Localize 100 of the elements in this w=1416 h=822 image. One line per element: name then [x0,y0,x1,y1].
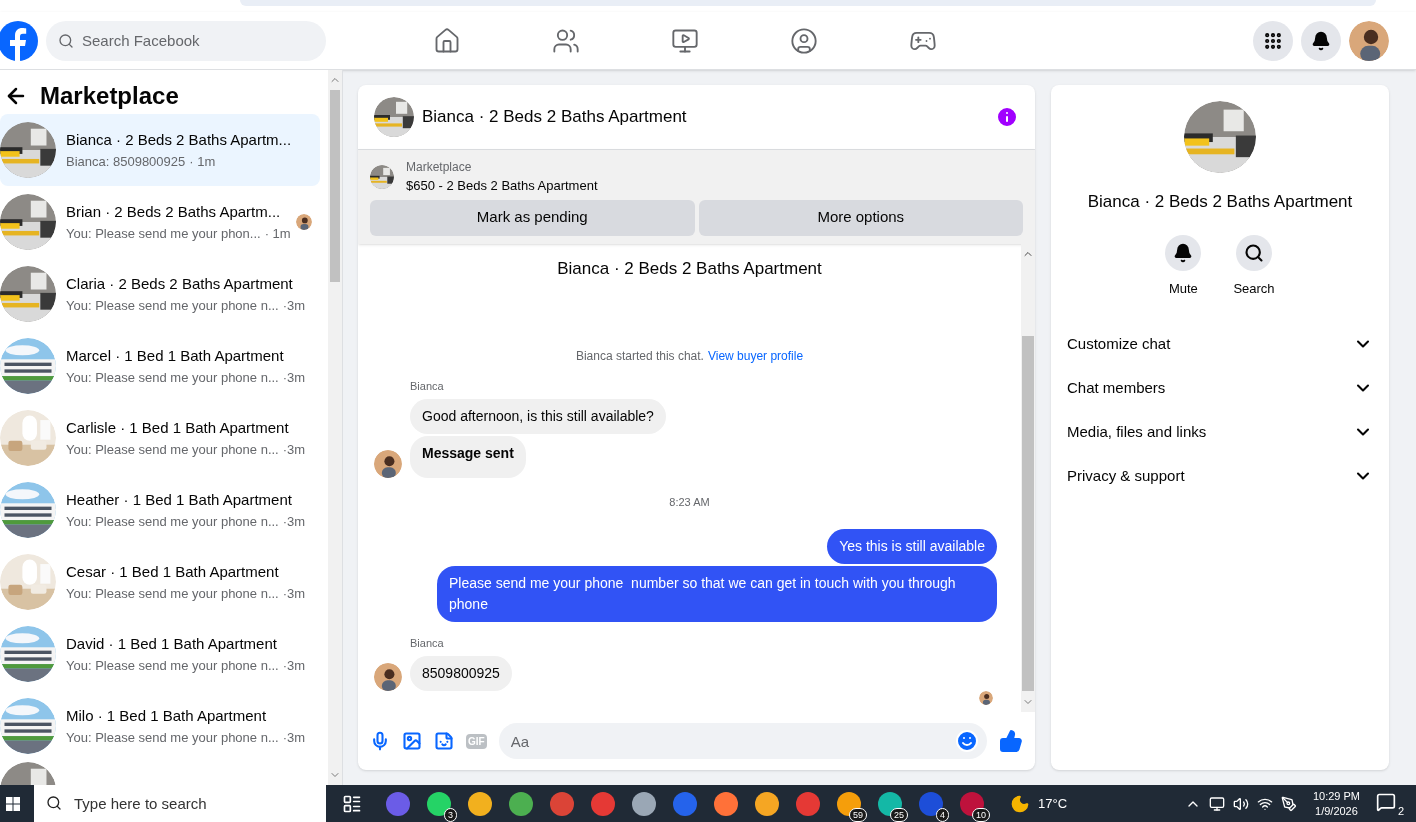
grid-icon [1263,30,1283,51]
time-ago: ·3m [282,584,306,603]
search-icon [1244,242,1264,263]
conversation-title: Cesar · 1 Bed 1 Bath Apartment [66,562,280,582]
details-section[interactable]: Media, files and links [1067,410,1373,454]
logo-icon[interactable] [0,20,38,61]
taskbar-search-field[interactable]: Type here to search [34,785,326,822]
message-preview: You: Please send me your phone n... [66,368,279,387]
scrollbar-thumb[interactable] [1022,335,1034,691]
sticker-icon[interactable] [434,731,454,751]
app-icon[interactable] [427,791,451,816]
message-preview: You: Please send me your phon... [66,224,261,243]
conversation-title: Bianca · 2 Beds 2 Baths Apartm... [66,130,293,150]
conversation-title: Heather · 1 Bed 1 Bath Apartment [66,490,293,510]
message-bubble: 8509800925 [410,655,512,691]
app-icon[interactable] [837,791,861,816]
time-ago: ·3m [282,512,306,531]
message-preview: You: Please send me your phone n... [66,728,279,747]
app-icon[interactable] [755,791,779,816]
time-ago: · 1m [264,224,291,243]
mute-button[interactable] [1165,234,1202,271]
conversation-item[interactable]: Claria · 2 Beds 2 Baths Apartment You: Please send me your phone n... ·3m [0,258,320,330]
time-ago: ·3m [282,440,306,459]
notifications-button[interactable] [1301,20,1341,61]
message-input[interactable]: Aa [498,723,987,759]
speaker-icon[interactable] [1232,795,1249,812]
photo-icon[interactable] [402,731,422,751]
app-icon[interactable] [509,791,533,816]
conversation-title: Marcel · 1 Bed 1 Bath Apartment [66,346,285,366]
conversation-item[interactable]: Milo · 1 Bed 1 Bath Apartment You: Please send me your phone n... ·3m [0,690,320,762]
app-icon[interactable] [632,791,656,816]
chat-intro-title: Bianca · 2 Beds 2 Baths Apartment [557,257,822,280]
listing-title: $650 - 2 Beds 2 Baths Apartment [406,177,598,195]
windows-logo-icon[interactable] [6,796,20,811]
conversation-item[interactable]: Cesar · 1 Bed 1 Bath Apartment You: Please send me your phone n... ·3m [0,546,320,618]
conversation-title: Milo · 1 Bed 1 Bath Apartment [66,706,268,726]
conversation-title: Claria · 2 Beds 2 Baths Apartment [66,274,294,294]
chat-title: Bianca · 2 Beds 2 Baths Apartment [422,106,687,129]
conversation-item[interactable]: Carlisle · 1 Bed 1 Bath Apartment You: Please send me your phone n... ·3m [0,402,320,474]
message-preview: You: Please send me your phone n... [66,584,279,603]
time-ago: ·3m [282,368,306,387]
message-preview: You: Please send me your phone n... [66,440,279,459]
conversation-item[interactable]: Marcel · 1 Bed 1 Bath Apartment You: Please send me your phone n... ·3m [0,330,320,402]
app-icon[interactable] [878,791,902,816]
app-icon[interactable] [714,791,738,816]
message-bubble: Yes this is still available [827,528,997,564]
listing-action-button[interactable]: Mark as pending [370,199,695,236]
microphone-icon[interactable] [370,731,390,751]
time-ago: ·3m [282,728,306,747]
scrollbar-thumb[interactable] [330,90,340,282]
conversation-title: Carlisle · 1 Bed 1 Bath Apartment [66,418,290,438]
message-bubble: Please send me your phone number so that we can get in touch with you through phone [437,565,997,622]
search-field[interactable]: Search Facebook [46,20,326,61]
conversation-title: David · 1 Bed 1 Bath Apartment [66,634,278,654]
app-icon[interactable] [960,791,984,816]
clock-time: 10:29 PM [1312,788,1360,804]
action-label: Search [1233,279,1275,298]
app-icon[interactable] [468,791,492,816]
buyer-profile-link[interactable]: View buyer profile [707,347,804,365]
conversation-item[interactable]: David · 1 Bed 1 Bath Apartment You: Please send me your phone n... ·3m [0,618,320,690]
action-label: Mute [1168,279,1198,298]
search-icon [46,795,62,811]
sender-name: Bianca [410,636,444,649]
listing-label: Marketplace [406,159,473,176]
conversation-name: Bianca · 2 Beds 2 Baths Apartment [1087,191,1353,213]
menu-button[interactable] [1253,20,1293,61]
time-ago: ·3m [282,656,306,675]
task-view-icon[interactable] [342,793,362,814]
info-icon[interactable] [995,105,1019,129]
message-preview: You: Please send me your phone n... [66,656,279,675]
group-icon[interactable] [790,26,818,55]
message-preview: Bianca: 8509800925 [66,152,186,171]
conversation-item[interactable]: Brian · 2 Beds 2 Baths Apartm... You: Please send me your phon... · 1m [0,186,320,258]
home-icon[interactable] [433,26,461,55]
conversation-title: Brian · 2 Beds 2 Baths Apartm... [66,202,282,222]
conversation-item[interactable]: Heather · 1 Bed 1 Bath Apartment You: Please send me your phone n... ·3m [0,474,320,546]
search-button[interactable] [1236,234,1272,271]
details-section[interactable]: Chat members [1067,366,1373,410]
moon-icon [1010,793,1030,814]
temperature: 17°C [1038,794,1068,813]
clock-date: 1/9/2026 [1315,803,1358,819]
time-ago: ·3m [282,296,306,315]
conversation-item[interactable]: Bianca · 2 Beds 2 Baths Apartm... Bianca: 8509800925 · 1m [0,114,320,186]
bell-icon [1311,30,1331,51]
time-ago: · 1m [189,152,216,171]
sender-name: Bianca [410,380,444,392]
timestamp: 8:23 AM [669,495,710,510]
app-icon[interactable] [919,791,943,816]
message-bubble: Good afternoon, is this still available? [410,399,666,434]
message-preview: You: Please send me your phone n... [66,512,279,531]
listing-action-button[interactable]: More options [698,199,1023,236]
notifications-icon[interactable] [1376,791,1396,812]
bell-icon [1173,242,1194,263]
details-section[interactable]: Privacy & support [1067,454,1373,498]
page-title: Marketplace [40,81,179,111]
pen-icon[interactable] [1280,795,1297,812]
thumbs-up-icon[interactable] [999,729,1023,753]
message-preview: You: Please send me your phone n... [66,296,279,315]
search-icon [58,32,74,49]
details-section[interactable]: Customize chat [1067,322,1373,366]
